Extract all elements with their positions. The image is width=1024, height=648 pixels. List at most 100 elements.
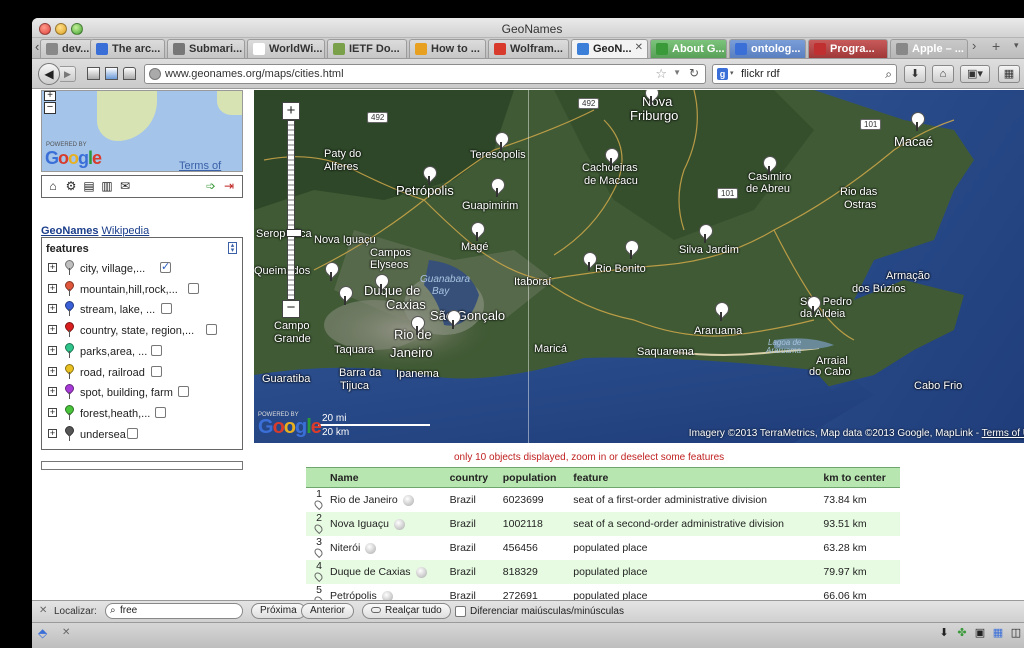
tab-6[interactable]: How to ...: [409, 39, 486, 58]
search-engine-icon[interactable]: g: [717, 68, 728, 80]
close-find-bar-icon[interactable]: ✕: [39, 605, 47, 616]
search-bar[interactable]: g ▾ flickr rdf ⌕: [712, 64, 897, 84]
city-marker-icon[interactable]: [714, 302, 728, 322]
city-marker-icon[interactable]: [446, 310, 460, 330]
feature-checkbox[interactable]: [188, 282, 199, 294]
tab-2[interactable]: The arc...: [90, 39, 165, 58]
feature-checkbox[interactable]: [155, 406, 166, 418]
map-view[interactable]: Nova Friburgo Macaé Paty do Alferes Teresópol…: [254, 90, 1024, 443]
map-terms-link[interactable]: Terms of U: [982, 428, 1024, 439]
expand-icon[interactable]: +: [48, 304, 57, 314]
tab-list-icon[interactable]: ▾: [1014, 40, 1019, 51]
search-icon[interactable]: ⌕: [885, 67, 892, 82]
forward-icon[interactable]: ➩: [204, 179, 218, 193]
exit-icon[interactable]: ⇥: [222, 179, 236, 193]
feature-checkbox[interactable]: [151, 344, 162, 356]
minimap-zoom-in-button[interactable]: +: [44, 91, 56, 101]
city-marker-icon[interactable]: [698, 224, 712, 244]
overview-minimap[interactable]: + − POWERED BY Google Terms of Use: [41, 90, 243, 172]
extensions-button[interactable]: ▣▾: [960, 65, 990, 83]
city-marker-icon[interactable]: [582, 252, 596, 272]
tab-9[interactable]: About G...: [650, 39, 727, 58]
city-marker-icon[interactable]: [604, 148, 618, 168]
zoom-slider-handle[interactable]: [286, 229, 302, 237]
toolbar-grid-icon[interactable]: [87, 67, 100, 80]
chevron-left-icon[interactable]: ‹: [35, 39, 39, 54]
minimap-zoom-out-button[interactable]: −: [44, 102, 56, 114]
city-marker-icon[interactable]: [762, 156, 776, 176]
expand-icon[interactable]: +: [48, 283, 57, 293]
search-engine-dropdown-icon[interactable]: ▾: [730, 69, 734, 77]
geonames-link[interactable]: GeoNames: [41, 225, 98, 237]
home-button[interactable]: ⌂: [932, 65, 954, 83]
city-marker-icon[interactable]: [470, 222, 484, 242]
find-next-button[interactable]: Próxima: [251, 603, 306, 619]
url-bar[interactable]: www.geonames.org/maps/cities.html ☆ ▼ ↻: [144, 64, 706, 84]
city-marker-icon[interactable]: [910, 112, 924, 132]
wikipedia-link[interactable]: Wikipedia: [102, 225, 150, 237]
menu-button[interactable]: ▦: [998, 65, 1020, 83]
download-button[interactable]: ⬇: [904, 65, 926, 83]
reload-icon[interactable]: ↻: [689, 66, 699, 80]
back-button[interactable]: ◀: [38, 63, 60, 85]
document-icon[interactable]: ▤: [82, 179, 96, 193]
collapse-panel-icon[interactable]: ▴ ▾: [228, 242, 237, 254]
city-marker-icon[interactable]: [374, 274, 388, 294]
feature-checkbox[interactable]: [161, 303, 172, 315]
city-marker-icon[interactable]: [490, 178, 504, 198]
wikipedia-icon[interactable]: [402, 494, 414, 506]
expand-icon[interactable]: +: [48, 345, 57, 355]
map-pin-icon[interactable]: [312, 498, 325, 511]
city-marker-icon[interactable]: [624, 240, 638, 260]
chevron-right-icon[interactable]: ›: [972, 38, 976, 53]
addon-bar-icon[interactable]: ⬘: [38, 626, 47, 640]
expand-icon[interactable]: +: [48, 263, 57, 272]
wikipedia-icon[interactable]: [365, 542, 377, 554]
expand-icon[interactable]: +: [48, 325, 57, 335]
find-previous-button[interactable]: Anterior: [301, 603, 355, 619]
highlight-all-button[interactable]: Realçar tudo: [362, 603, 451, 619]
map-pin-icon[interactable]: [312, 522, 325, 535]
tab-5[interactable]: IETF Do...: [327, 39, 407, 58]
city-marker-icon[interactable]: [324, 262, 338, 282]
feature-checkbox[interactable]: [178, 386, 189, 398]
terms-of-use-link[interactable]: Terms of Use: [179, 160, 242, 171]
expand-icon[interactable]: +: [48, 407, 57, 417]
tab-8[interactable]: GeoN... ✕: [571, 39, 648, 58]
city-marker-icon[interactable]: [644, 90, 658, 106]
tab-3[interactable]: Submari...: [167, 39, 245, 58]
grid-icon[interactable]: ▦: [992, 627, 1004, 639]
feature-checkbox[interactable]: [160, 260, 171, 273]
sync-icon[interactable]: ◫: [1010, 627, 1022, 639]
tab-12[interactable]: Apple – ...: [890, 39, 968, 58]
history-dropdown-icon[interactable]: ▼: [673, 68, 681, 77]
map-pin-icon[interactable]: [312, 546, 325, 559]
feature-checkbox[interactable]: [206, 324, 217, 336]
tab-4[interactable]: WorldWi...: [247, 39, 325, 58]
wikipedia-icon[interactable]: [393, 518, 405, 530]
feature-checkbox[interactable]: [151, 365, 162, 377]
forward-button[interactable]: ▶: [60, 66, 76, 82]
close-addon-bar-icon[interactable]: ✕: [62, 627, 70, 638]
tab-11[interactable]: Progra...: [808, 39, 888, 58]
expand-icon[interactable]: +: [48, 428, 57, 438]
gears-icon[interactable]: ⚙: [64, 179, 78, 193]
tab-7[interactable]: Wolfram...: [488, 39, 569, 58]
new-tab-button[interactable]: +: [992, 38, 1000, 54]
zoom-out-button[interactable]: −: [282, 300, 300, 318]
mail-icon[interactable]: ✉: [118, 179, 132, 193]
feature-checkbox[interactable]: [127, 427, 138, 439]
zoom-slider[interactable]: [286, 120, 302, 300]
city-marker-icon[interactable]: [338, 286, 352, 306]
toolbar-window-icon[interactable]: [105, 67, 118, 80]
toolbar-lock-icon[interactable]: [123, 67, 136, 80]
city-marker-icon[interactable]: [806, 296, 820, 316]
zoom-in-button[interactable]: +: [282, 102, 300, 120]
tab-1[interactable]: dev...: [40, 39, 93, 58]
find-input-value[interactable]: free: [120, 605, 137, 616]
match-case-checkbox[interactable]: [455, 606, 466, 617]
download-icon[interactable]: ⬇: [938, 627, 950, 639]
building-icon[interactable]: ▥: [100, 179, 114, 193]
window-icon[interactable]: ▣: [974, 627, 986, 639]
wikipedia-icon[interactable]: [415, 566, 427, 578]
